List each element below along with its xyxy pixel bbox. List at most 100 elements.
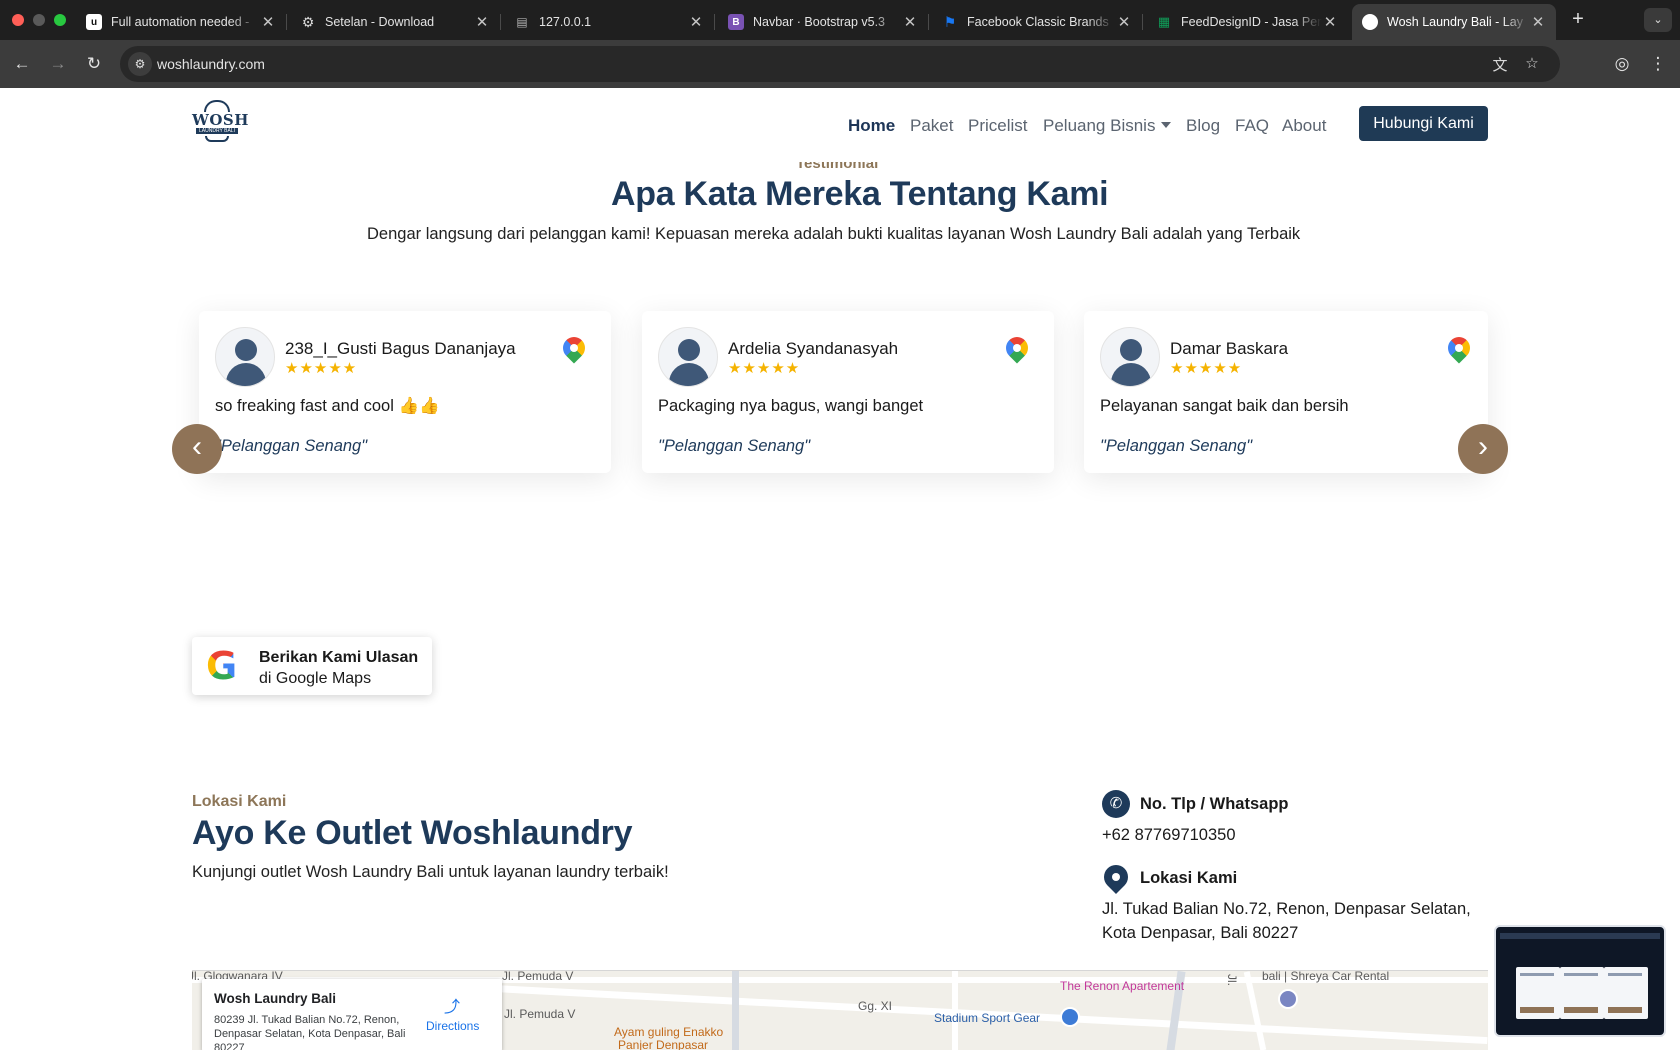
tab-title: FeedDesignID - Jasa Pem — [1181, 15, 1322, 29]
logo-text: WOSH — [192, 111, 249, 129]
site-info-icon[interactable]: ⚙ — [128, 52, 152, 76]
testimonial-title: Apa Kata Mereka Tentang Kami — [611, 175, 1109, 213]
browser-tab-active[interactable]: Wosh Laundry Bali - Lay ✕ — [1352, 4, 1556, 40]
lock-marker-icon[interactable] — [1060, 1007, 1080, 1027]
carousel-prev-button[interactable]: ‹ — [172, 424, 222, 474]
pip-card — [1560, 967, 1604, 1019]
avatar — [1100, 327, 1160, 387]
translate-icon[interactable]: 文 — [1490, 54, 1510, 75]
testimonial-card: Damar Baskara ★★★★★ Pelayanan sangat bai… — [1084, 311, 1488, 473]
car-rental-marker-icon[interactable] — [1278, 989, 1298, 1009]
tab-search-icon[interactable]: ⌄ — [1644, 8, 1672, 32]
close-window-icon[interactable] — [12, 14, 24, 26]
map-place-card: Wosh Laundry Bali 80239 Jl. Tukad Balian… — [202, 979, 502, 1050]
address-bar[interactable]: ⚙ woshlaundry.com 文 ☆ — [120, 46, 1560, 82]
close-tab-icon[interactable]: ✕ — [260, 13, 276, 31]
review-text: so freaking fast and cool 👍👍 — [215, 397, 440, 415]
phone-icon: ✆ — [1102, 790, 1130, 818]
carousel-next-button[interactable]: › — [1458, 424, 1508, 474]
browser-tab-6[interactable]: ▦ FeedDesignID - Jasa Pem ✕ — [1146, 4, 1348, 40]
google-review-line1: Berikan Kami Ulasan — [259, 649, 419, 666]
map-label: Ayam guling Enakko — [614, 1025, 724, 1039]
browser-tab-3[interactable]: ▤ 127.0.0.1 ✕ — [504, 4, 715, 40]
map-place-address: 80239 Jl. Tukad Balian No.72, Renon, Den… — [214, 1014, 406, 1050]
browser-tab-2[interactable]: ⚙ Setelan - Download ✕ — [290, 4, 501, 40]
forward-icon[interactable]: → — [46, 52, 70, 76]
flag-icon: ⚑ — [943, 13, 957, 30]
star-rating: ★★★★★ — [1170, 360, 1243, 377]
maximize-window-icon[interactable] — [54, 14, 66, 26]
phone-number[interactable]: +62 87769710350 — [1102, 823, 1236, 847]
bookmark-star-icon[interactable]: ☆ — [1522, 54, 1542, 72]
map-label: Stadium Sport Gear — [934, 1011, 1041, 1025]
google-review-button[interactable]: G Berikan Kami Ulasan di Google Maps — [192, 637, 432, 695]
browser-tab-1[interactable]: u Full automation needed - ✕ — [76, 4, 287, 40]
back-icon[interactable]: ← — [10, 52, 34, 76]
close-tab-icon[interactable]: ✕ — [688, 13, 704, 31]
google-maps-pin-icon — [1001, 332, 1033, 364]
reviewer-name: 238_I_Gusti Bagus Dananjaya — [285, 339, 516, 358]
chevron-down-icon — [1161, 122, 1172, 128]
bootstrap-icon: B — [728, 14, 744, 30]
page-icon: ▤ — [516, 15, 528, 29]
wosh-icon — [1362, 14, 1378, 30]
testimonial-subtitle: Dengar langsung dari pelanggan kami! Kep… — [367, 225, 1301, 243]
location-pin-icon — [1099, 860, 1133, 894]
hubungi-kami-button[interactable]: Hubungi Kami — [1359, 106, 1488, 141]
upwork-icon: u — [86, 14, 102, 30]
logo-subtext: LAUNDRY BALI — [196, 128, 238, 134]
close-tab-icon[interactable]: ✕ — [1530, 13, 1546, 31]
close-tab-icon[interactable]: ✕ — [1322, 13, 1338, 31]
nav-peluang-bisnis[interactable]: Peluang Bisnis — [1043, 116, 1172, 136]
nav-about[interactable]: About — [1282, 116, 1326, 136]
sheet-icon: ▦ — [1157, 14, 1171, 29]
browser-tab-4[interactable]: B Navbar · Bootstrap v5.3 ✕ — [718, 4, 929, 40]
testimonial-card: Ardelia Syandanasyah ★★★★★ Packaging nya… — [642, 311, 1054, 473]
site-navbar: WOSH LAUNDRY BALI Home Paket Pricelist P… — [0, 88, 1680, 162]
avatar — [658, 327, 718, 387]
nav-home[interactable]: Home — [848, 116, 895, 136]
new-tab-icon[interactable]: + — [1566, 8, 1590, 31]
web-page: WOSH LAUNDRY BALI Home Paket Pricelist P… — [0, 88, 1680, 1050]
embedded-google-map[interactable]: Jl. Glogwanara IV Jl. Pemuda V Jl. Pemud… — [192, 970, 1488, 1050]
location-title: Ayo Ke Outlet Woshlaundry — [192, 814, 633, 852]
profile-icon[interactable]: ◎ — [1610, 52, 1634, 76]
reload-icon[interactable]: ↻ — [82, 52, 106, 76]
review-tag: "Pelanggan Senang" — [658, 437, 811, 455]
directions-link[interactable]: Directions — [426, 1019, 479, 1033]
wosh-logo[interactable]: WOSH LAUNDRY BALI — [192, 100, 249, 152]
nav-blog[interactable]: Blog — [1186, 116, 1220, 136]
testimonial-card: 238_I_Gusti Bagus Dananjaya ★★★★★ so fre… — [199, 311, 611, 473]
menu-kebab-icon[interactable]: ⋮ — [1646, 52, 1670, 76]
map-label: Jl. — [1225, 974, 1239, 986]
phone-label: No. Tlp / Whatsapp — [1140, 795, 1289, 813]
nav-paket[interactable]: Paket — [910, 116, 953, 136]
tab-title: Wosh Laundry Bali - Lay — [1387, 15, 1523, 29]
review-tag: "Pelanggan Senang" — [215, 437, 368, 455]
browser-tab-5[interactable]: ⚑ Facebook Classic Brands ✕ — [932, 4, 1143, 40]
close-tab-icon[interactable]: ✕ — [1116, 13, 1132, 31]
nav-faq[interactable]: FAQ — [1235, 116, 1269, 136]
reviewer-name: Ardelia Syandanasyah — [728, 339, 899, 358]
tab-title: Facebook Classic Brands — [967, 15, 1109, 29]
tab-title: Full automation needed - — [111, 15, 250, 29]
address-line-2: Kota Denpasar, Bali 80227 — [1102, 924, 1299, 942]
close-tab-icon[interactable]: ✕ — [474, 13, 490, 31]
map-place-title[interactable]: Wosh Laundry Bali — [214, 991, 336, 1006]
tab-title: Setelan - Download — [325, 15, 435, 29]
directions-icon[interactable]: ⤴ — [442, 993, 462, 1016]
google-maps-pin-icon — [558, 332, 590, 364]
close-tab-icon[interactable]: ✕ — [902, 13, 918, 31]
nav-pricelist[interactable]: Pricelist — [968, 116, 1028, 136]
location-eyebrow: Lokasi Kami — [192, 793, 287, 810]
map-label: bali | Shreya Car Rental — [1262, 970, 1390, 983]
gear-icon: ⚙ — [301, 13, 315, 30]
minimize-window-icon[interactable] — [33, 14, 45, 26]
google-review-line2: di Google Maps — [259, 670, 372, 687]
map-label: Gg. XI — [858, 999, 893, 1013]
picture-in-picture-thumbnail[interactable] — [1494, 925, 1666, 1037]
location-subtitle: Kunjungi outlet Wosh Laundry Bali untuk … — [192, 863, 669, 881]
review-tag: "Pelanggan Senang" — [1100, 437, 1253, 455]
address-label: Lokasi Kami — [1140, 869, 1238, 887]
url-text[interactable]: woshlaundry.com — [157, 56, 265, 72]
